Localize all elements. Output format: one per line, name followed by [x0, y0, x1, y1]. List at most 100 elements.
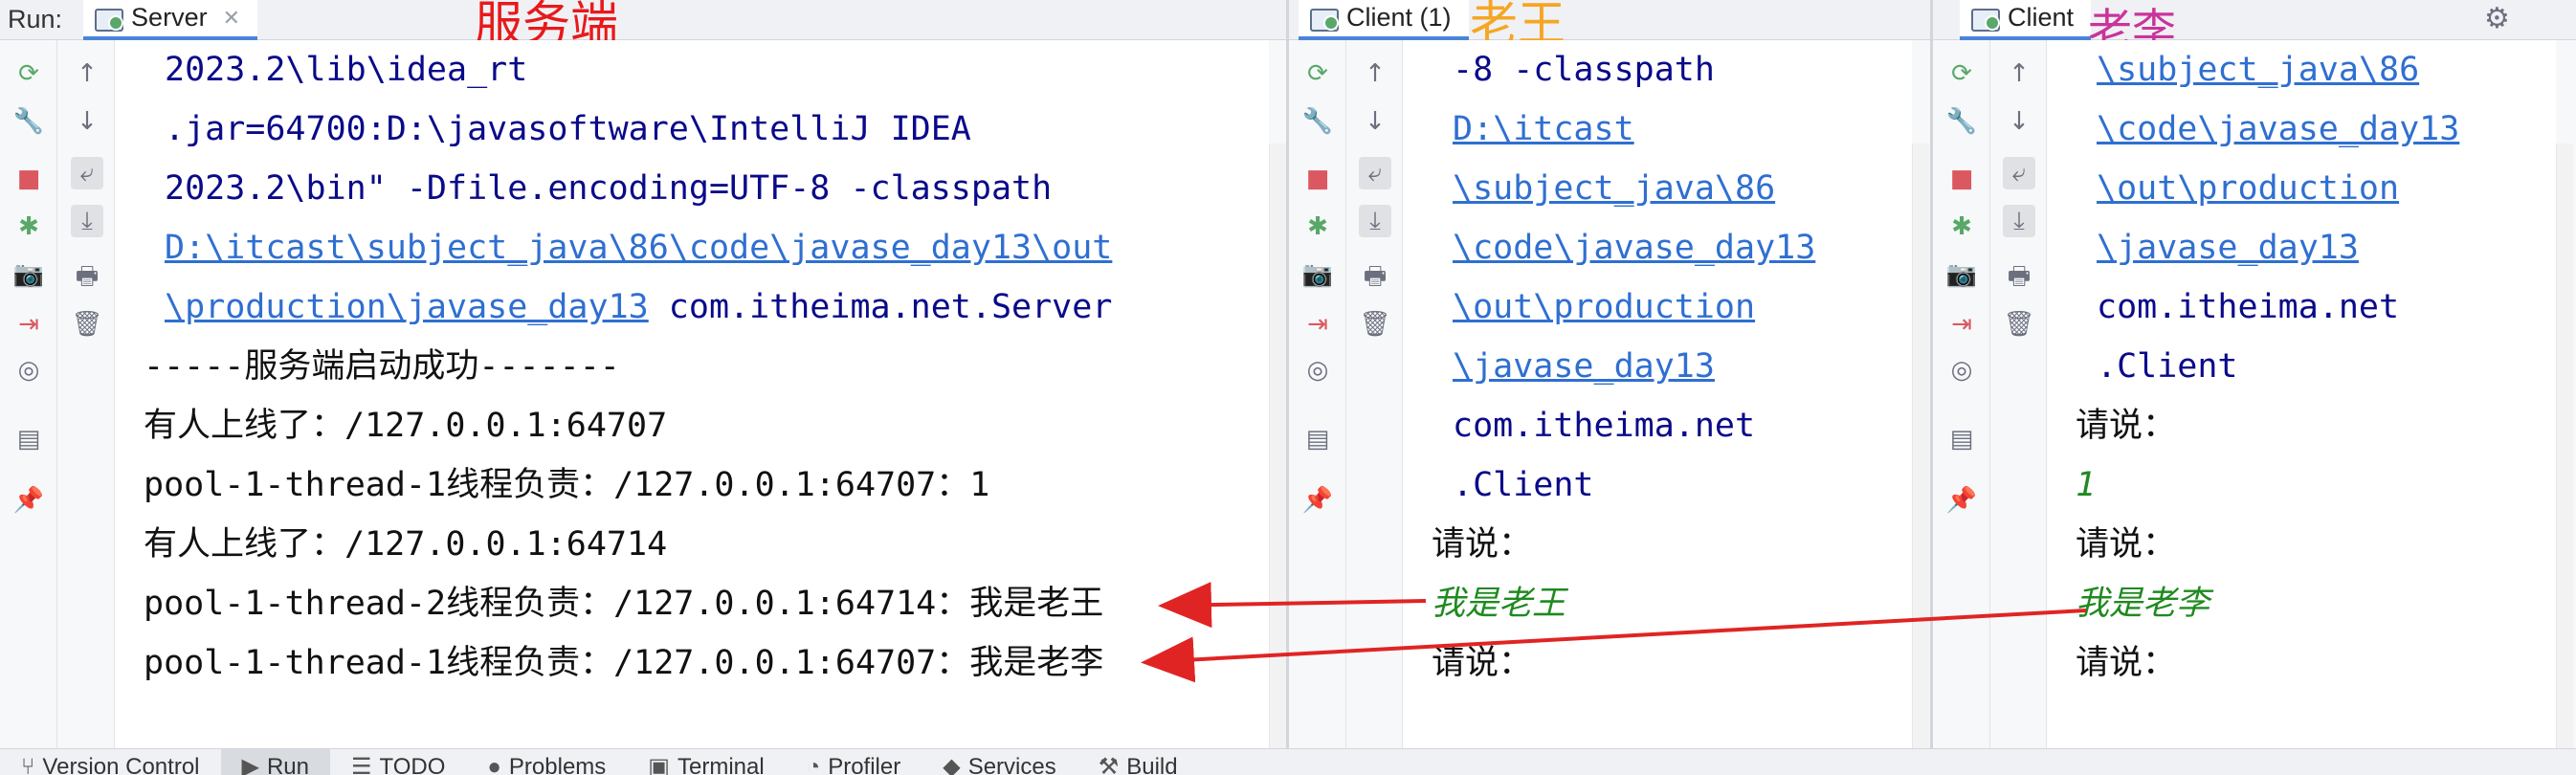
up-arrow-icon[interactable]: ↑ [2003, 57, 2035, 90]
stop-icon[interactable]: ■ [12, 163, 45, 195]
camera-icon[interactable]: 📷 [1945, 258, 1978, 291]
console-line: pool-1-thread-1线程负责：/127.0.0.1:64707：1 [144, 466, 990, 504]
services-icon: ◆ [943, 754, 961, 775]
camera-icon[interactable]: 📷 [12, 258, 45, 291]
inspect-icon[interactable]: ◎ [1301, 354, 1334, 387]
vertical-scrollbar[interactable] [2556, 144, 2573, 748]
tool-tab-services[interactable]: ◆ Services [922, 749, 1077, 775]
layout-icon[interactable]: ▤ [1945, 423, 1978, 455]
vertical-scrollbar[interactable] [1269, 144, 1286, 748]
console-line: 请说： [2076, 525, 2177, 564]
login-icon[interactable]: ⇥ [12, 308, 45, 341]
classpath-link[interactable]: \code\javase_day13 [2097, 110, 2459, 148]
classpath-link[interactable]: D:\itcast\subject_java\86\code\javase_da… [165, 229, 1112, 267]
scroll-to-end-icon[interactable]: ⤓ [1359, 205, 1391, 237]
inspect-icon[interactable]: ◎ [1945, 354, 1978, 387]
tool-tab-profiler[interactable]: ◔ Profiler [786, 749, 922, 775]
terminal-icon: ▣ [648, 754, 670, 775]
gear-icon[interactable]: ⚙ [2484, 2, 2510, 35]
debug-icon[interactable]: ✱ [12, 210, 45, 243]
tool-tab-problems[interactable]: ● Problems [466, 749, 627, 775]
inspect-icon[interactable]: ◎ [12, 354, 45, 387]
camera-icon[interactable]: 📷 [1301, 258, 1334, 291]
classpath-link[interactable]: \code\javase_day13 [1453, 229, 1815, 267]
profiler-icon: ◔ [806, 754, 821, 775]
rerun-icon[interactable]: ⟳ [1945, 57, 1978, 90]
trash-icon[interactable]: 🗑 [2003, 308, 2035, 341]
console-line: .Client [2097, 347, 2238, 386]
trash-icon[interactable]: 🗑 [1359, 308, 1391, 341]
console-input-line: 我是老李 [2076, 585, 2210, 623]
rerun-icon[interactable]: ⟳ [1301, 57, 1334, 90]
wrench-icon[interactable]: 🔧 [12, 105, 45, 138]
up-arrow-icon[interactable]: ↑ [71, 57, 103, 90]
panel-divider[interactable] [1286, 0, 1289, 748]
soft-wrap-icon[interactable]: ⤶ [2003, 157, 2035, 189]
console-line: \subject_java\86 [2097, 40, 2419, 100]
tool-tab-label: Terminal [677, 754, 765, 775]
vertical-scrollbar[interactable] [1912, 144, 1929, 748]
debug-icon[interactable]: ✱ [1301, 210, 1334, 243]
run-tabbar-client1: Client (1) [1289, 0, 1930, 40]
debug-icon[interactable]: ✱ [1945, 210, 1978, 243]
print-icon[interactable]: 🖶 [1359, 260, 1391, 293]
classpath-link[interactable]: \production\javase_day13 [165, 288, 649, 326]
tab-client-1[interactable]: Client (1) [1299, 0, 1469, 40]
scroll-to-end-icon[interactable]: ⤓ [71, 205, 103, 237]
pin-icon[interactable]: 📌 [1945, 484, 1978, 517]
layout-icon[interactable]: ▤ [1301, 423, 1334, 455]
close-icon[interactable]: ✕ [223, 6, 240, 31]
pin-icon[interactable]: 📌 [12, 484, 45, 517]
up-arrow-icon[interactable]: ↑ [1359, 57, 1391, 90]
run-toolbar-right: ↑ ↓ ⤶ ⤓ 🖶 🗑 [59, 40, 115, 748]
console-line: 请说： [1432, 644, 1533, 682]
console-line: D:\itcast\subject_java\86\code\javase_da… [165, 218, 1112, 277]
stop-icon[interactable]: ■ [1945, 163, 1978, 195]
classpath-link[interactable]: \subject_java\86 [2097, 51, 2419, 89]
login-icon[interactable]: ⇥ [1945, 308, 1978, 341]
print-icon[interactable]: 🖶 [2003, 260, 2035, 293]
classpath-link[interactable]: \javase_day13 [1453, 347, 1715, 386]
console-line: \subject_java\86 [1453, 159, 1775, 218]
console-output[interactable]: -8 -classpath D:\itcast \subject_java\86 \c… [1403, 40, 1912, 748]
layout-icon[interactable]: ▤ [12, 423, 45, 455]
classpath-link[interactable]: \out\production [1453, 288, 1755, 326]
console-output[interactable]: 2023.2\lib\idea_rt .jar=64700:D:\javasoft… [115, 40, 1269, 748]
pin-icon[interactable]: 📌 [1301, 484, 1334, 517]
rerun-icon[interactable]: ⟳ [12, 57, 45, 90]
login-icon[interactable]: ⇥ [1301, 308, 1334, 341]
scroll-to-end-icon[interactable]: ⤓ [2003, 205, 2035, 237]
tool-tab-label: Build [1126, 754, 1178, 775]
tool-tab-run[interactable]: ▶ Run [220, 749, 330, 775]
console-icon [1310, 6, 1339, 32]
console-line: com.itheima.net [2097, 288, 2400, 326]
tab-server[interactable]: Server ✕ [83, 0, 258, 40]
down-arrow-icon[interactable]: ↓ [1359, 105, 1391, 138]
tool-tab-terminal[interactable]: ▣ Terminal [627, 749, 785, 775]
classpath-link[interactable]: \javase_day13 [2097, 229, 2359, 267]
console-line: 2023.2\bin" -Dfile.encoding=UTF-8 -class… [165, 169, 1053, 208]
console-output[interactable]: \subject_java\86 \code\javase_day13 \out\p… [2047, 40, 2556, 748]
tool-tab-todo[interactable]: ☰ TODO [330, 749, 466, 775]
panel-divider[interactable] [1930, 0, 1933, 748]
down-arrow-icon[interactable]: ↓ [2003, 105, 2035, 138]
tab-client[interactable]: Client [1960, 0, 2092, 40]
classpath-link[interactable]: \out\production [2097, 169, 2399, 208]
wrench-icon[interactable]: 🔧 [1945, 105, 1978, 138]
problems-icon: ● [487, 754, 501, 775]
tool-tab-version-control[interactable]: ⑂ Version Control [0, 749, 221, 775]
stop-icon[interactable]: ■ [1301, 163, 1334, 195]
print-icon[interactable]: 🖶 [71, 260, 103, 293]
down-arrow-icon[interactable]: ↓ [71, 105, 103, 138]
wrench-icon[interactable]: 🔧 [1301, 105, 1334, 138]
tool-tab-build[interactable]: ⚒ Build [1077, 749, 1199, 775]
classpath-link[interactable]: D:\itcast [1453, 110, 1634, 148]
console-line: pool-1-thread-1线程负责：/127.0.0.1:64707：我是老… [144, 644, 1104, 682]
classpath-link[interactable]: \subject_java\86 [1453, 169, 1775, 208]
console-line: 2023.2\lib\idea_rt [165, 51, 528, 89]
console-line: .jar=64700:D:\javasoftware\IntelliJ IDEA [165, 110, 971, 148]
console-line: -8 -classpath [1453, 51, 1715, 89]
trash-icon[interactable]: 🗑 [71, 308, 103, 341]
soft-wrap-icon[interactable]: ⤶ [71, 157, 103, 189]
soft-wrap-icon[interactable]: ⤶ [1359, 157, 1391, 189]
